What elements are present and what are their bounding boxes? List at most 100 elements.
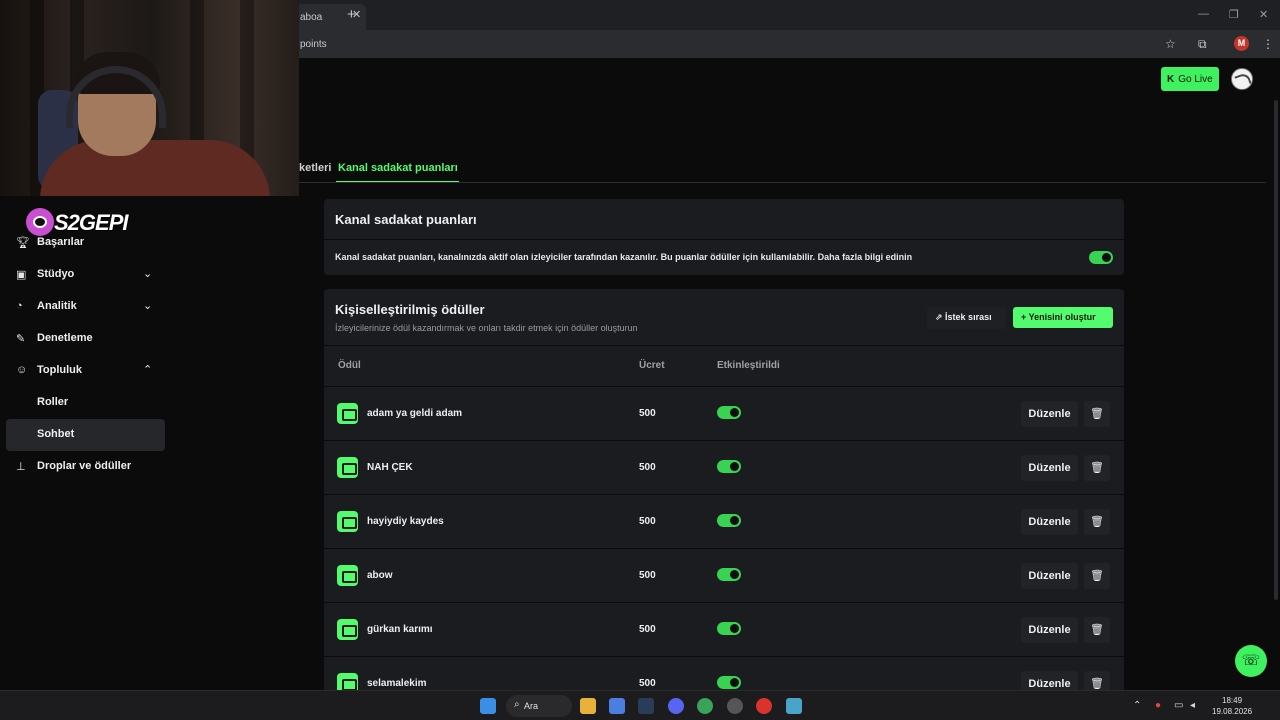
extensions-icon[interactable]: ⧉ (1198, 37, 1207, 52)
divider (324, 440, 1124, 441)
app-icon[interactable] (786, 698, 802, 714)
reward-cost: 500 (639, 516, 656, 527)
reward-enabled-toggle[interactable] (717, 514, 741, 527)
network-icon[interactable]: ▭ (1174, 700, 1183, 711)
store-icon[interactable] (609, 698, 625, 714)
url-text[interactable]: points (300, 39, 327, 50)
analytics-icon: ◔ (16, 300, 23, 312)
clock-time: 18:49 (1222, 696, 1243, 705)
browser-menu-icon[interactable]: ⋮ (1262, 37, 1274, 51)
reward-enabled-toggle[interactable] (717, 460, 741, 473)
tray-chevron-up-icon[interactable]: ⌃ (1133, 700, 1141, 711)
reward-cost: 500 (639, 570, 656, 581)
sidebar-item-label: Başarılar (37, 236, 85, 248)
volume-icon[interactable]: ◂ (1190, 700, 1195, 711)
page-scrollbar[interactable] (1274, 100, 1278, 600)
column-header-reward: Ödül (338, 360, 361, 371)
tab-loyalty-points[interactable]: Kanal sadakat puanları (338, 162, 458, 174)
card-title: Kişiselleştirilmiş ödüller (335, 302, 485, 317)
loyalty-enabled-toggle[interactable] (1089, 251, 1113, 264)
trash-icon[interactable]: 🗑︎ (1084, 455, 1110, 481)
edit-button[interactable]: Düzenle (1021, 509, 1078, 535)
reward-enabled-toggle[interactable] (717, 676, 741, 689)
clock-date: 19.08.2026 (1212, 707, 1253, 716)
restore-icon[interactable]: ❐ (1229, 8, 1239, 21)
new-tab-button[interactable]: + (347, 6, 356, 23)
windows-taskbar: ⌕ Ara ⌃ ● ▭ ◂ 18:49 19.08.2026 (0, 690, 1280, 720)
drops-icon: ⊥ (16, 461, 26, 473)
browser-profile-avatar[interactable]: M (1234, 36, 1249, 51)
loyalty-points-card: Kanal sadakat puanları (324, 199, 1124, 275)
trash-icon[interactable]: 🗑︎ (1084, 401, 1110, 427)
microphone-icon[interactable]: ● (1155, 700, 1161, 711)
sidebar-item-moderation[interactable]: ✎ Denetleme (6, 323, 165, 355)
taskbar-clock[interactable]: 18:49 19.08.2026 (1212, 695, 1252, 717)
kick-logo-icon: K (1167, 74, 1175, 85)
column-header-cost: Ücret (639, 360, 665, 371)
support-chat-icon[interactable]: ☏ (1235, 645, 1267, 677)
reward-enabled-toggle[interactable] (717, 622, 741, 635)
tab-title: aboa (300, 12, 323, 23)
edit-button[interactable]: Düzenle (1021, 401, 1078, 427)
sidebar-item-achievements[interactable]: 🏆︎ Başarılar (6, 227, 165, 259)
obs-icon[interactable] (727, 698, 743, 714)
go-live-label: Go Live (1178, 74, 1213, 85)
queue-button-label: İstek sırası (945, 312, 992, 322)
reward-enabled-toggle[interactable] (717, 568, 741, 581)
reward-name: hayiydiy kaydes (367, 516, 444, 527)
chrome-icon[interactable] (697, 698, 713, 714)
chevron-down-icon: ⌄ (143, 268, 153, 280)
reward-icon (337, 403, 358, 424)
rewards-subtitle: İzleyicilerinize ödül kazandırmak ve onl… (335, 323, 638, 333)
go-live-button[interactable]: K Go Live (1161, 67, 1219, 91)
request-queue-button[interactable]: ⇗ İstek sırası (927, 307, 1006, 329)
steam-icon[interactable] (638, 698, 654, 714)
sidebar-item-drops[interactable]: ⊥ Droplar ve ödüller (6, 451, 165, 483)
trophy-icon: 🏆︎ (16, 237, 30, 249)
create-reward-button[interactable]: + Yenisini oluştur (1013, 307, 1113, 328)
sidebar-item-chat[interactable]: Sohbet (6, 419, 165, 451)
sidebar-item-label: Analitik (37, 300, 77, 312)
youtube-icon[interactable] (756, 698, 772, 714)
sidebar-item-analytics[interactable]: ◔ Analitik ⌄ (6, 291, 165, 323)
reward-name: abow (367, 570, 393, 581)
search-label: Ara (524, 701, 539, 711)
sidebar-item-roles[interactable]: Roller (6, 387, 165, 419)
plus-icon: + (1021, 312, 1029, 322)
trash-icon[interactable]: 🗑︎ (1084, 617, 1110, 643)
divider (324, 239, 1124, 240)
reward-icon (337, 619, 358, 640)
edit-button[interactable]: Düzenle (1021, 455, 1078, 481)
file-explorer-icon[interactable] (580, 698, 596, 714)
divider (324, 345, 1124, 346)
minimize-icon[interactable]: — (1198, 8, 1209, 20)
reward-name: selamalekim (367, 678, 427, 689)
taskbar-search[interactable]: ⌕ Ara (506, 695, 572, 717)
trash-icon[interactable]: 🗑︎ (1084, 509, 1110, 535)
studio-icon: ▣ (16, 269, 27, 281)
reward-enabled-toggle[interactable] (717, 406, 741, 419)
divider (324, 656, 1124, 657)
user-avatar[interactable] (1231, 68, 1253, 90)
edit-button[interactable]: Düzenle (1021, 617, 1078, 643)
reward-name: gürkan karımı (367, 624, 433, 635)
webcam-overlay (0, 0, 299, 196)
trash-icon[interactable]: 🗑︎ (1084, 563, 1110, 589)
community-icon: ☺ (16, 364, 28, 376)
reward-icon (337, 511, 358, 532)
bookmark-star-icon[interactable]: ☆ (1165, 37, 1176, 51)
edit-button[interactable]: Düzenle (1021, 563, 1078, 589)
close-window-icon[interactable]: ✕ (1259, 8, 1268, 21)
sidebar-item-studio[interactable]: ▣ Stüdyo ⌄ (6, 259, 165, 291)
sidebar-item-label: Topluluk (37, 364, 83, 376)
reward-icon (337, 457, 358, 478)
reward-icon (337, 565, 358, 586)
divider (324, 548, 1124, 549)
windows-start-icon[interactable] (480, 698, 496, 714)
discord-icon[interactable] (668, 698, 684, 714)
sidebar-item-community[interactable]: ☺ Topluluk ⌃ (6, 355, 165, 387)
column-header-enabled: Etkinleştirildi (717, 360, 780, 371)
create-button-label: Yenisini oluştur (1028, 312, 1096, 322)
reward-cost: 500 (639, 408, 656, 419)
tab-previous[interactable]: ketleri (299, 162, 331, 174)
